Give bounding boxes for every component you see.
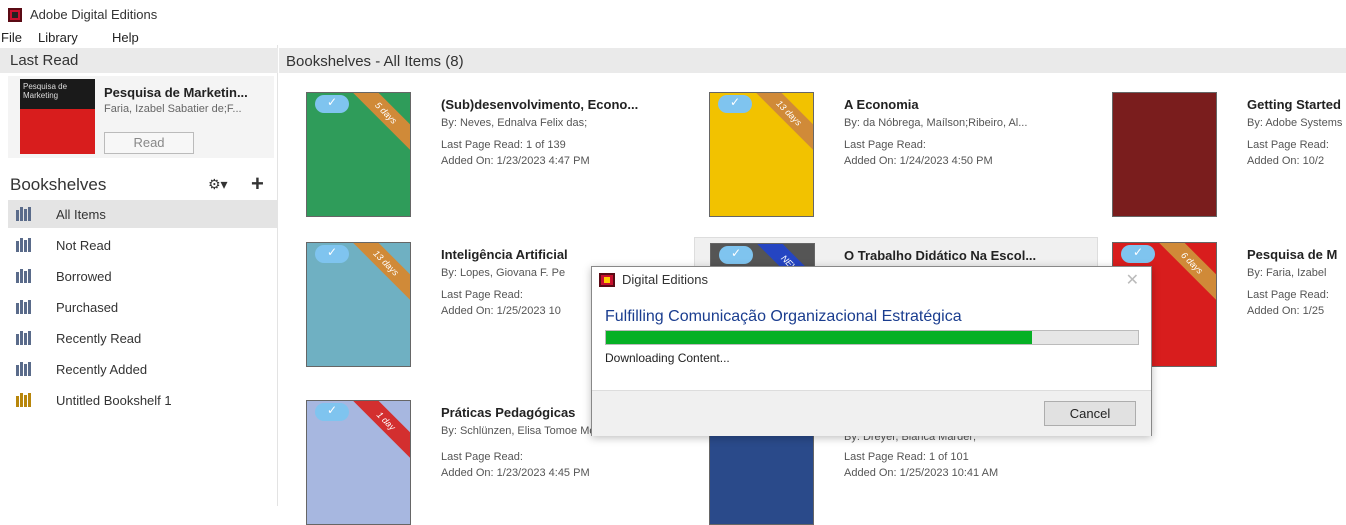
bookshelves-heading: Bookshelves — [10, 175, 107, 194]
cloud-icon — [315, 95, 349, 113]
book-added: Added On: 1/23/2023 4:45 PM — [441, 467, 590, 479]
book-added: Added On: 1/25/2023 10:41 AM — [844, 467, 999, 479]
download-progress-bar — [605, 330, 1139, 345]
cloud-icon — [1121, 245, 1155, 263]
book-last-page: Last Page Read: — [844, 139, 926, 151]
book-title: (Sub)desenvolvimento, Econo... — [441, 97, 639, 112]
book-title: O Trabalho Didático Na Escol... — [844, 248, 1037, 263]
cloud-icon — [315, 245, 349, 263]
cloud-icon — [719, 246, 753, 264]
bookshelf-item-purchased[interactable]: Purchased — [8, 293, 278, 321]
book-cover[interactable]: 5 days — [306, 92, 411, 217]
book-cover[interactable]: 1 day — [306, 400, 411, 525]
book-cover[interactable] — [1112, 92, 1217, 217]
main-heading: Bookshelves - All Items (8) — [286, 53, 464, 70]
book-last-page: Last Page Read: — [1247, 139, 1329, 151]
bookshelf-icon — [16, 207, 33, 221]
last-read-cover-text: Pesquisa de Marketing — [23, 82, 68, 100]
days-badge: 13 days — [747, 93, 813, 155]
last-read-header: Last Read — [0, 48, 278, 73]
last-read-cover[interactable]: Pesquisa de Marketing — [20, 79, 95, 154]
bookshelf-item-untitled[interactable]: Untitled Bookshelf 1 — [8, 386, 278, 414]
book-last-page: Last Page Read: — [1247, 289, 1329, 301]
digital-editions-icon — [599, 273, 615, 287]
days-badge: 13 days — [344, 243, 410, 305]
bookshelf-item-borrowed[interactable]: Borrowed — [8, 262, 278, 290]
days-badge: 5 days — [344, 93, 410, 155]
window-title: Adobe Digital Editions — [30, 7, 158, 22]
bookshelf-icon — [16, 331, 33, 345]
cancel-button[interactable]: Cancel — [1044, 401, 1136, 426]
book-author: By: Neves, Ednalva Felix das; — [441, 117, 588, 129]
book-card[interactable]: 13 days A Economia By: da Nóbrega, Maíls… — [704, 87, 1099, 227]
book-added: Added On: 10/2 — [1247, 155, 1325, 167]
book-last-page: Last Page Read: 1 of 101 — [844, 451, 969, 463]
app-icon — [8, 8, 22, 22]
book-author: By: Faria, Izabel — [1247, 267, 1327, 279]
menu-library[interactable]: Library — [38, 30, 78, 45]
book-cover[interactable]: 13 days — [709, 92, 814, 217]
book-card[interactable]: Getting Started By: Adobe Systems Last P… — [1107, 87, 1346, 227]
book-author: By: da Nóbrega, Maílson;Ribeiro, Al... — [844, 117, 1028, 129]
bookshelf-icon — [16, 238, 33, 252]
menu-help[interactable]: Help — [112, 30, 139, 45]
gear-icon[interactable]: ⚙▾ — [208, 176, 228, 193]
last-read-author: Faria, Izabel Sabatier de;F... — [104, 103, 242, 115]
fulfillment-dialog: Digital Editions ✕ Fulfilling Comunicaçã… — [591, 266, 1152, 436]
book-title: Inteligência Artificial — [441, 247, 568, 262]
last-read-heading: Last Read — [10, 52, 79, 69]
bookshelf-icon — [16, 300, 33, 314]
book-added: Added On: 1/24/2023 4:50 PM — [844, 155, 993, 167]
book-title: Pesquisa de M — [1247, 247, 1338, 262]
book-last-page: Last Page Read: 1 of 139 — [441, 139, 566, 151]
book-added: Added On: 1/25 — [1247, 305, 1325, 317]
main-header: Bookshelves - All Items (8) — [279, 48, 1346, 73]
dialog-heading: Fulfilling Comunicação Organizacional Es… — [605, 308, 962, 325]
bookshelf-label: Borrowed — [56, 269, 112, 284]
bookshelf-label: Recently Added — [56, 362, 148, 377]
book-title: Getting Started — [1247, 97, 1341, 112]
last-read-panel: Pesquisa de Marketing Pesquisa de Market… — [8, 76, 274, 158]
bookshelf-icon — [16, 393, 33, 407]
dialog-footer: Cancel — [592, 390, 1151, 436]
days-badge: 6 days — [1150, 243, 1216, 305]
dialog-status: Downloading Content... — [605, 351, 730, 365]
bookshelf-item-recently-read[interactable]: Recently Read — [8, 324, 278, 352]
bookshelf-item-not-read[interactable]: Not Read — [8, 231, 278, 259]
bookshelf-item-recently-added[interactable]: Recently Added — [8, 355, 278, 383]
bookshelf-label: Not Read — [56, 238, 111, 253]
dialog-title: Digital Editions — [622, 272, 708, 287]
book-added: Added On: 1/23/2023 4:47 PM — [441, 155, 590, 167]
close-icon[interactable]: ✕ — [1126, 270, 1139, 290]
title-bar: Adobe Digital Editions — [0, 0, 1346, 30]
bookshelf-icon — [16, 362, 33, 376]
add-bookshelf-icon[interactable]: + — [251, 171, 264, 197]
book-cover[interactable]: 13 days — [306, 242, 411, 367]
progress-fill — [606, 331, 1032, 344]
last-read-title: Pesquisa de Marketin... — [104, 85, 248, 100]
bookshelf-label: Untitled Bookshelf 1 — [56, 393, 172, 408]
book-last-page: Last Page Read: — [441, 451, 523, 463]
bookshelf-label: Purchased — [56, 300, 119, 315]
days-badge: 1 day — [344, 401, 410, 463]
cloud-icon — [315, 403, 349, 421]
cloud-icon — [718, 95, 752, 113]
bookshelf-label: Recently Read — [56, 331, 142, 346]
menu-file[interactable]: File — [1, 30, 22, 45]
book-card[interactable]: 5 days (Sub)desenvolvimento, Econo... By… — [301, 87, 696, 227]
menu-bar: File Library Help — [0, 30, 1346, 45]
bookshelf-icon — [16, 269, 33, 283]
bookshelf-label: All Items — [56, 207, 106, 222]
bookshelves-header: Bookshelves ⚙▾ + — [0, 170, 278, 200]
bookshelf-item-all-items[interactable]: All Items — [8, 200, 278, 228]
book-title: A Economia — [844, 97, 919, 112]
sidebar: Last Read Pesquisa de Marketing Pesquisa… — [0, 45, 278, 506]
book-author: By: Adobe Systems — [1247, 117, 1343, 129]
read-button[interactable]: Read — [104, 132, 194, 154]
